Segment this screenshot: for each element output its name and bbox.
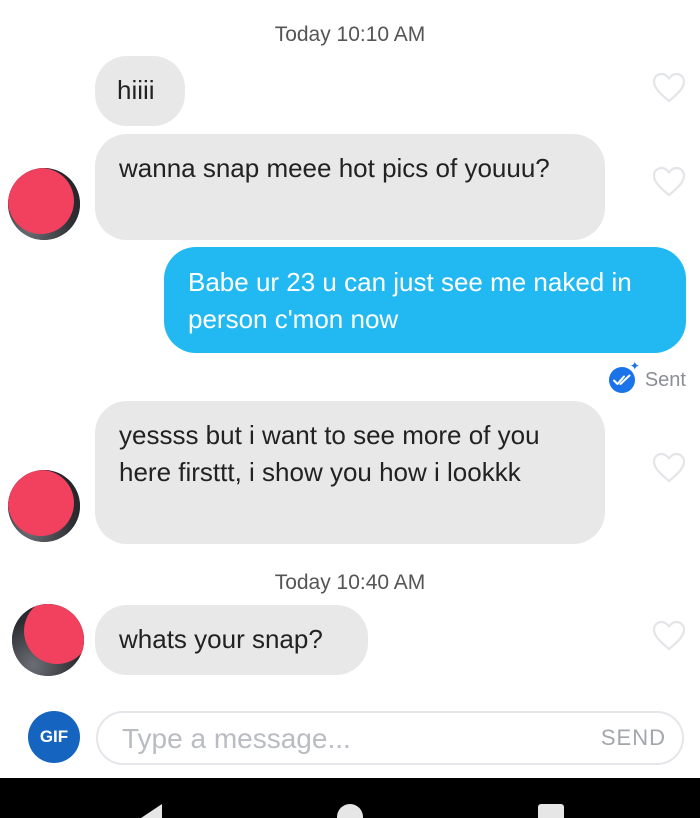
message-bubble-incoming[interactable]: wanna snap meee hot pics of youuu? bbox=[95, 134, 605, 240]
message-bubble-outgoing[interactable]: Babe ur 23 u can just see me naked in pe… bbox=[164, 247, 686, 353]
message-input-container[interactable]: SEND bbox=[96, 711, 684, 765]
avatar[interactable] bbox=[12, 604, 84, 676]
send-button[interactable]: SEND bbox=[601, 725, 666, 751]
heart-icon[interactable] bbox=[652, 166, 686, 198]
recents-icon[interactable] bbox=[538, 804, 564, 818]
timestamp: Today 10:40 AM bbox=[274, 571, 426, 594]
sent-status: ✦ Sent bbox=[608, 360, 686, 396]
sent-label: Sent bbox=[644, 368, 686, 391]
message-bubble-incoming[interactable]: yessss but i want to see more of you her… bbox=[95, 401, 605, 544]
home-icon[interactable] bbox=[337, 804, 363, 818]
double-check-icon: ✦ bbox=[608, 360, 640, 393]
message-bubble-incoming[interactable]: whats your snap? bbox=[95, 605, 368, 675]
timestamp: Today 10:10 AM bbox=[274, 23, 426, 46]
avatar[interactable] bbox=[8, 168, 80, 240]
system-nav-bar bbox=[0, 778, 700, 818]
heart-icon[interactable] bbox=[652, 620, 686, 652]
heart-icon[interactable] bbox=[652, 72, 686, 104]
message-input[interactable] bbox=[122, 719, 562, 759]
gif-button[interactable]: GIF bbox=[28, 711, 80, 763]
avatar[interactable] bbox=[8, 470, 80, 542]
message-bubble-incoming[interactable]: hiiii bbox=[95, 56, 185, 126]
back-icon[interactable] bbox=[138, 804, 162, 818]
heart-icon[interactable] bbox=[652, 452, 686, 484]
